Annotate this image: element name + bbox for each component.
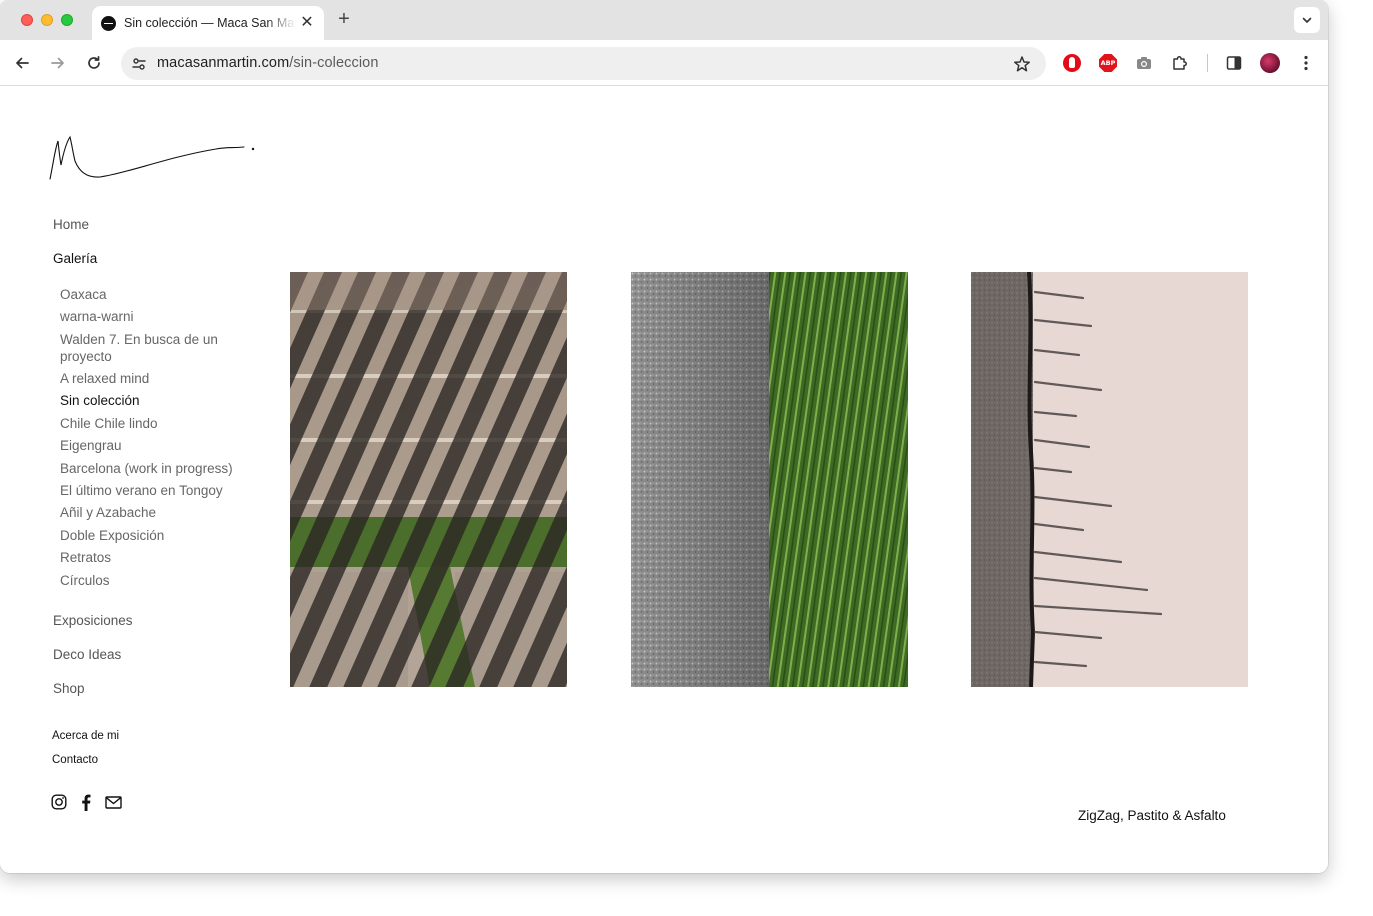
- reload-button[interactable]: [82, 51, 106, 75]
- address-bar[interactable]: macasanmartin.com/sin-coleccion: [121, 47, 1046, 80]
- nav-exposiciones[interactable]: Exposiciones: [53, 613, 133, 628]
- chevron-down-icon: [1302, 17, 1312, 23]
- photo-image: [631, 272, 908, 687]
- tab-close-icon[interactable]: ✕: [298, 14, 316, 32]
- abp-label: ABP: [1099, 54, 1117, 72]
- bookmark-star-icon[interactable]: [1012, 54, 1032, 74]
- nav-sub-doble-exposicion[interactable]: Doble Exposición: [60, 527, 240, 544]
- tab-search-button[interactable]: [1294, 7, 1320, 33]
- arrow-left-icon: [16, 57, 29, 69]
- mail-icon[interactable]: [104, 793, 122, 811]
- tab-active[interactable]: Sin colección — Maca San Martín ✕: [92, 6, 324, 40]
- nav-sub-anil-azabache[interactable]: Añil y Azabache: [60, 504, 240, 521]
- tab-title: Sin colección — Maca San Martín: [124, 16, 296, 30]
- browser-toolbar: macasanmartin.com/sin-coleccion ABP: [0, 40, 1328, 86]
- site-logo[interactable]: [48, 133, 258, 188]
- photo-gravel-grass[interactable]: [631, 272, 908, 687]
- tab-strip: Sin colección — Maca San Martín ✕ +: [0, 0, 1328, 40]
- arrow-right-icon: [51, 57, 64, 69]
- nav-sub-eigengrau[interactable]: Eigengrau: [60, 437, 240, 454]
- nav-sub-ultimo-verano[interactable]: El último verano en Tongoy: [60, 482, 260, 499]
- nav-sub-barcelona[interactable]: Barcelona (work in progress): [60, 460, 260, 477]
- nav-sub-circulos[interactable]: Círculos: [60, 572, 240, 589]
- nav-sub-retratos[interactable]: Retratos: [60, 549, 240, 566]
- nav-acerca-de-mi[interactable]: Acerca de mi: [52, 730, 119, 742]
- side-panel-icon[interactable]: [1223, 52, 1245, 74]
- photo-asphalt-concrete[interactable]: [971, 272, 1248, 687]
- new-tab-button[interactable]: +: [333, 9, 355, 31]
- nav-sub-warna-warni[interactable]: warna-warni: [60, 308, 240, 325]
- nav-sub-walden-7[interactable]: Walden 7. En busca de un proyecto: [60, 331, 235, 365]
- kebab-menu-icon[interactable]: [1295, 52, 1317, 74]
- nav-sub-sin-coleccion[interactable]: Sin colección: [60, 392, 240, 409]
- browser-window: Sin colección — Maca San Martín ✕ + maca…: [0, 0, 1328, 873]
- profile-avatar[interactable]: [1259, 52, 1281, 74]
- instagram-icon[interactable]: [50, 793, 68, 811]
- minimize-window-button[interactable]: [41, 14, 53, 26]
- adblock-plus-icon[interactable]: ABP: [1097, 52, 1119, 74]
- gallery-caption: ZigZag, Pastito & Asfalto: [1078, 808, 1226, 823]
- url-text: macasanmartin.com/sin-coleccion: [157, 55, 379, 71]
- toolbar-separator: [1207, 54, 1208, 72]
- url-host: macasanmartin.com: [157, 55, 290, 71]
- facebook-icon[interactable]: [77, 793, 95, 811]
- url-path: /sin-coleccion: [289, 55, 379, 71]
- nav-galeria[interactable]: Galería: [53, 251, 97, 266]
- site-info-icon[interactable]: [129, 54, 149, 74]
- back-button[interactable]: [10, 51, 34, 75]
- camera-icon[interactable]: [1133, 52, 1155, 74]
- photo-stairs-shadows[interactable]: [290, 272, 567, 687]
- nav-sub-chile-chile-lindo[interactable]: Chile Chile lindo: [60, 415, 240, 432]
- maximize-window-button[interactable]: [61, 14, 73, 26]
- web-page: Home Galería Oaxaca warna-warni Walden 7…: [0, 87, 1328, 873]
- forward-button[interactable]: [46, 51, 70, 75]
- nav-deco-ideas[interactable]: Deco Ideas: [53, 647, 121, 662]
- photo-image: [971, 272, 1248, 687]
- close-window-button[interactable]: [21, 14, 33, 26]
- favicon-icon: [101, 15, 116, 31]
- nav-home[interactable]: Home: [53, 217, 89, 232]
- reload-icon: [88, 55, 100, 69]
- nav-sub-oaxaca[interactable]: Oaxaca: [60, 286, 240, 303]
- nav-shop[interactable]: Shop: [53, 681, 85, 696]
- nav-sub-relaxed-mind[interactable]: A relaxed mind: [60, 370, 240, 387]
- puzzle-extensions-icon[interactable]: [1169, 52, 1191, 74]
- nav-contacto[interactable]: Contacto: [52, 754, 98, 766]
- signature-logo: [49, 135, 255, 180]
- photo-image: [290, 272, 567, 687]
- adblock-icon[interactable]: [1061, 52, 1083, 74]
